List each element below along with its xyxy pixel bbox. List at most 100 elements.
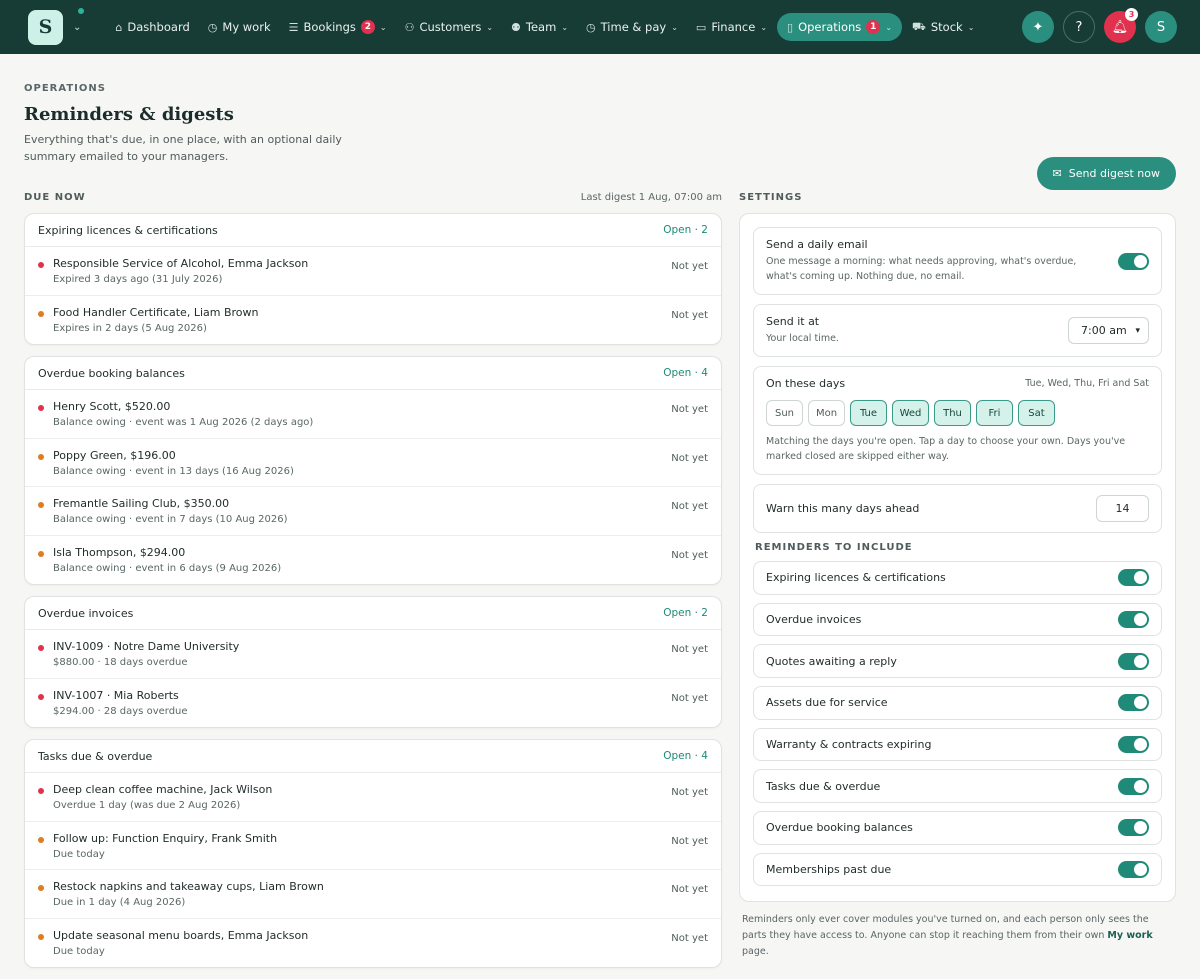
daily-email-label: Send a daily email [766,238,868,251]
due-item[interactable]: INV-1007 · Mia Roberts $294.00 · 28 days… [25,679,721,728]
due-item-status: Not yet [671,932,708,944]
severity-dot [38,645,44,651]
due-item[interactable]: Restock napkins and takeaway cups, Liam … [25,870,721,919]
notifications-button[interactable]: 🔔︎ 3 [1104,8,1138,43]
due-card-title: Tasks due & overdue [38,749,153,763]
due-item[interactable]: Poppy Green, $196.00 Balance owing · eve… [25,439,721,487]
due-item[interactable]: Isla Thompson, $294.00 Balance owing · e… [25,536,721,585]
days-setting: On these days Tue, Wed, Thu, Fri and Sat… [753,366,1162,475]
due-item[interactable]: Fremantle Sailing Club, $350.00 Balance … [25,487,721,536]
due-item[interactable]: Update seasonal menu boards, Emma Jackso… [25,919,721,968]
due-item-status: Not yet [671,549,708,561]
list-icon: ☰ [288,20,299,34]
cart-icon: ⛟ [912,19,926,33]
day-wed[interactable]: Wed [892,400,929,426]
nav-label: Operations [798,20,862,34]
day-mon[interactable]: Mon [808,400,845,426]
nav-stock[interactable]: ⛟ Stock ⌄ [904,13,982,42]
team-icon: ⚉ [511,20,521,34]
daily-email-toggle[interactable] [1118,252,1149,270]
reminder-toggle[interactable] [1118,610,1149,628]
nav-operations[interactable]: ▯ Operations 1 ⌄ [777,13,903,41]
due-item[interactable]: Deep clean coffee machine, Jack Wilson O… [25,773,721,822]
sparkle-button[interactable]: ✦ [1022,11,1054,43]
reminder-label: Quotes awaiting a reply [766,654,897,668]
due-item-title: Food Handler Certificate, Liam Brown [53,305,259,319]
due-item[interactable]: Henry Scott, $520.00 Balance owing · eve… [25,390,721,439]
nav-dashboard[interactable]: ⌂ Dashboard [107,13,197,41]
page-subtitle: Everything that's due, in one place, wit… [24,133,342,163]
my-work-link[interactable]: My work [1107,930,1152,941]
due-item[interactable]: Responsible Service of Alcohol, Emma Jac… [25,247,721,296]
due-card-count: Open · 4 [663,750,708,762]
chevron-down-icon: ⌄ [486,22,494,32]
nav-badge: 2 [360,20,375,34]
reminder-option: Overdue invoices [753,602,1162,637]
due-card-header[interactable]: Overdue booking balances Open · 4 [25,357,721,390]
nav-time-pay[interactable]: ◷ Time & pay ⌄ [578,13,686,41]
send-time-select[interactable]: 7:00 am ▾ [1068,317,1149,344]
chevron-down-icon[interactable]: ⌄ [73,22,81,33]
nav-label: Team [525,20,557,34]
severity-dot [38,836,44,843]
help-button[interactable]: ? [1063,11,1095,43]
due-item-status: Not yet [671,644,708,655]
reminder-label: Warranty & contracts expiring [766,738,932,751]
reminder-label: Overdue booking balances [766,821,913,835]
chevron-down-icon: ▾ [1135,325,1140,336]
reminder-toggle[interactable] [1118,652,1149,670]
reminder-toggle[interactable] [1118,694,1149,712]
warn-ahead-input[interactable]: 14 [1096,495,1149,522]
due-item[interactable]: Follow up: Function Enquiry, Frank Smith… [25,822,721,870]
nav-team[interactable]: ⚉ Team ⌄ [503,13,576,41]
reminder-toggle[interactable] [1118,819,1149,837]
reminder-toggle[interactable] [1118,569,1149,587]
nav-my-work[interactable]: ◷ My work [200,13,279,41]
day-tue[interactable]: Tue [850,400,887,426]
due-card-header[interactable]: Expiring licences & certifications Open … [25,214,721,247]
day-sat[interactable]: Sat [1018,400,1055,426]
chevron-down-icon: ⌄ [885,22,893,32]
due-item[interactable]: INV-1009 · Notre Dame University $880.00… [25,630,721,679]
reminder-toggle[interactable] [1118,861,1149,879]
severity-dot [38,693,44,700]
nav-label: My work [222,20,271,34]
due-item-detail: Expires in 2 days (5 Aug 2026) [53,322,207,334]
app-logo[interactable]: S [28,9,63,45]
chevron-down-icon: ⌄ [671,22,678,32]
due-item-title: Isla Thompson, $294.00 [53,545,186,559]
send-digest-button[interactable]: ✉ Send digest now [1036,157,1176,190]
clock-icon: ◷ [207,20,218,34]
due-item[interactable]: Food Handler Certificate, Liam Brown Exp… [25,296,721,345]
due-item-title: Restock napkins and takeaway cups, Liam … [53,880,324,893]
page: OPERATIONS Reminders & digests Everythin… [0,83,1200,979]
day-fri[interactable]: Fri [976,400,1013,426]
due-card-count: Open · 2 [663,224,708,236]
nav-customers[interactable]: ⚇ Customers ⌄ [397,13,501,41]
nav-label: Time & pay [600,20,667,34]
due-card-header[interactable]: Overdue invoices Open · 2 [25,597,721,630]
reminder-toggle[interactable] [1118,736,1149,753]
due-card-count: Open · 4 [663,367,708,379]
home-icon: ⌂ [115,20,123,34]
chevron-down-icon: ⌄ [760,22,768,32]
avatar[interactable]: S [1145,11,1177,43]
day-thu[interactable]: Thu [934,400,971,426]
nav-label: Stock [930,20,963,34]
nav-label: Dashboard [127,20,190,34]
notification-badge: 3 [1125,8,1138,21]
page-title: Reminders & digests [24,104,234,125]
send-time-setting: Send it at Your local time. 7:00 am ▾ [753,304,1162,357]
daily-email-hint: One message a morning: what needs approv… [766,256,1077,282]
nav-bookings[interactable]: ☰ Bookings 2 ⌄ [281,13,395,41]
nav-finance[interactable]: ▭ Finance ⌄ [688,13,775,41]
due-item-detail: Due today [53,945,105,957]
reminder-toggle[interactable] [1118,777,1149,795]
due-card-header[interactable]: Tasks due & overdue Open · 4 [25,740,721,773]
due-item-status: Not yet [671,835,708,847]
warn-ahead-setting: Warn this many days ahead 14 [753,484,1162,533]
due-item-status: Not yet [671,884,708,895]
severity-dot [38,933,44,940]
due-item-title: Responsible Service of Alcohol, Emma Jac… [53,257,309,270]
day-sun[interactable]: Sun [766,400,803,426]
